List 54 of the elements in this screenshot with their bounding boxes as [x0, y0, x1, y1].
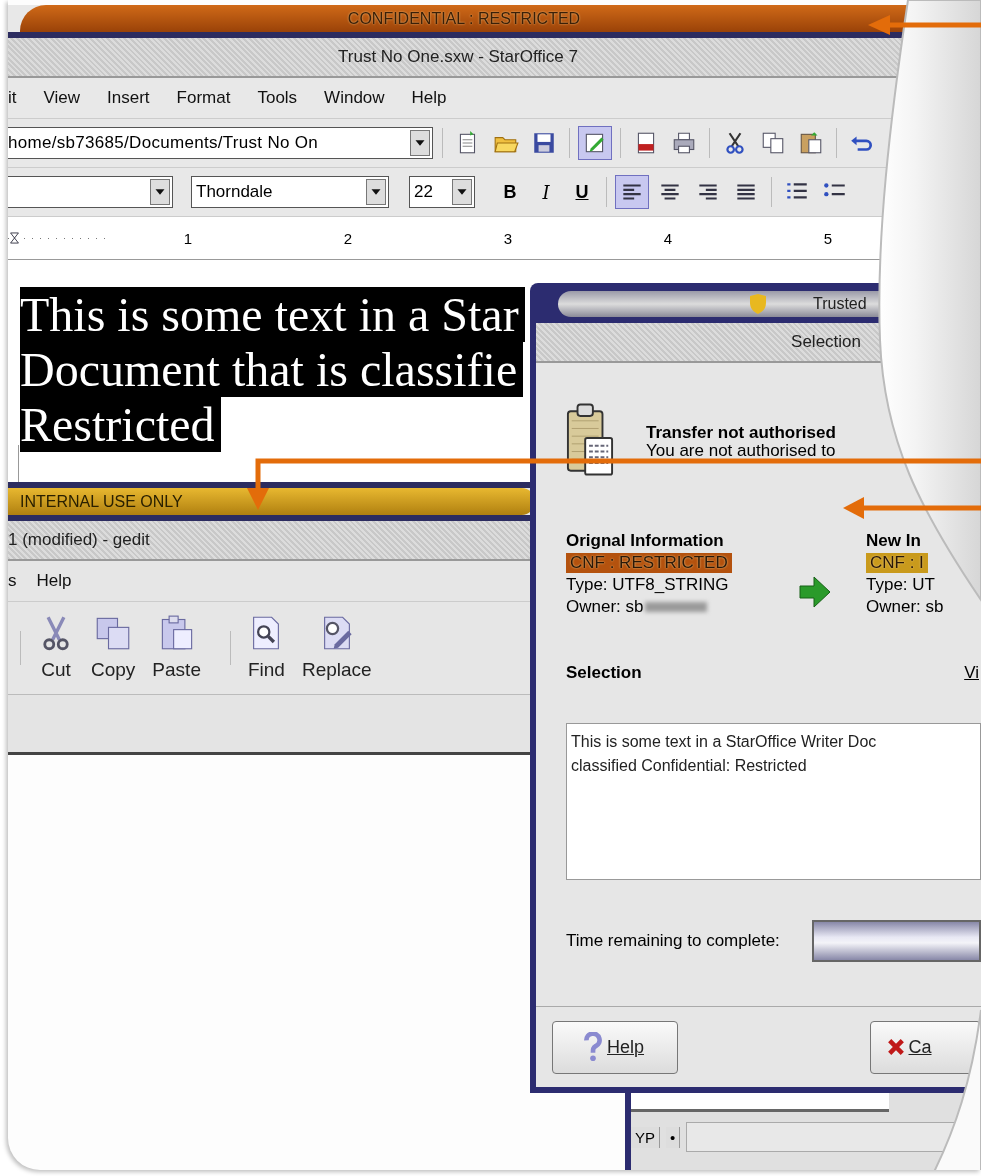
menu-item[interactable]: s	[8, 571, 17, 591]
font-field[interactable]: Thorndale	[191, 176, 389, 208]
cancel-button[interactable]: Ca	[869, 1020, 981, 1074]
menu-item[interactable]: Window	[324, 88, 385, 108]
cut-button[interactable]: Cut	[38, 615, 74, 681]
underline-button[interactable]: U	[567, 181, 597, 203]
edit-icon[interactable]	[579, 127, 611, 159]
alert-message: You are not authorised to	[646, 443, 836, 457]
menu-item[interactable]: Insert	[107, 88, 150, 108]
selection-label: Selection	[566, 663, 642, 683]
paste-button[interactable]: Paste	[152, 615, 201, 681]
document-text: Restricted	[20, 397, 221, 452]
menu-item[interactable]: Tools	[257, 88, 298, 108]
close-icon	[886, 1038, 905, 1056]
dropdown-icon	[150, 179, 170, 205]
find-button[interactable]: Find	[247, 615, 285, 681]
time-remaining-label: Time remaining to complete:	[566, 931, 780, 951]
document-text: Document that is classifie	[20, 342, 524, 397]
replace-button[interactable]: Replace	[301, 615, 372, 681]
dropdown-icon	[452, 179, 472, 205]
copy-icon	[95, 615, 132, 651]
owner-text: Owner: sb	[866, 597, 944, 617]
dropdown-icon	[366, 179, 386, 205]
align-left-icon[interactable]	[616, 176, 648, 208]
owner-text: Owner: sb	[566, 597, 644, 617]
menu-item[interactable]: Format	[176, 88, 231, 108]
document-text: This is some text in a Star	[20, 287, 525, 342]
menu-item[interactable]: Help	[36, 571, 72, 591]
window-title: Trusted	[813, 295, 867, 313]
question-mark-icon	[583, 1032, 603, 1062]
clipboard-icon	[566, 401, 614, 479]
classification-bar: CONFIDENTIAL : RESTRICTED	[20, 5, 908, 32]
type-text: Type: UTF8_STRING	[566, 575, 729, 595]
view-link[interactable]: Vi	[964, 663, 979, 683]
type-text: Type: UT	[866, 575, 935, 595]
alert-heading: Transfer not authorised	[646, 423, 836, 443]
info-heading: Orignal Information	[566, 531, 724, 551]
shield-icon	[748, 292, 768, 316]
menu-item[interactable]: View	[43, 88, 81, 108]
font-size-field[interactable]: 22	[409, 176, 475, 208]
help-button[interactable]: Help	[552, 1020, 678, 1074]
classification-tag: CNF : RESTRICTED	[566, 553, 732, 573]
italic-button[interactable]: I	[531, 181, 561, 203]
right-arrow-icon	[798, 575, 832, 609]
classification-tag: CNF : I	[866, 553, 928, 573]
path-field[interactable]: home/sb73685/Documents/Trust No On	[8, 127, 433, 159]
selection-text-area[interactable]: This is some text in a StarOffice Writer Doc classified Confidential: Restricted	[566, 723, 981, 880]
info-heading: New In	[866, 531, 921, 551]
menu-item[interactable]: Help	[411, 88, 447, 108]
paragraph-style-field[interactable]	[8, 176, 173, 208]
menu-item[interactable]: it	[8, 88, 17, 108]
dropdown-icon	[410, 130, 430, 156]
bold-button[interactable]: B	[495, 181, 525, 203]
copy-button[interactable]: Copy	[91, 615, 136, 681]
